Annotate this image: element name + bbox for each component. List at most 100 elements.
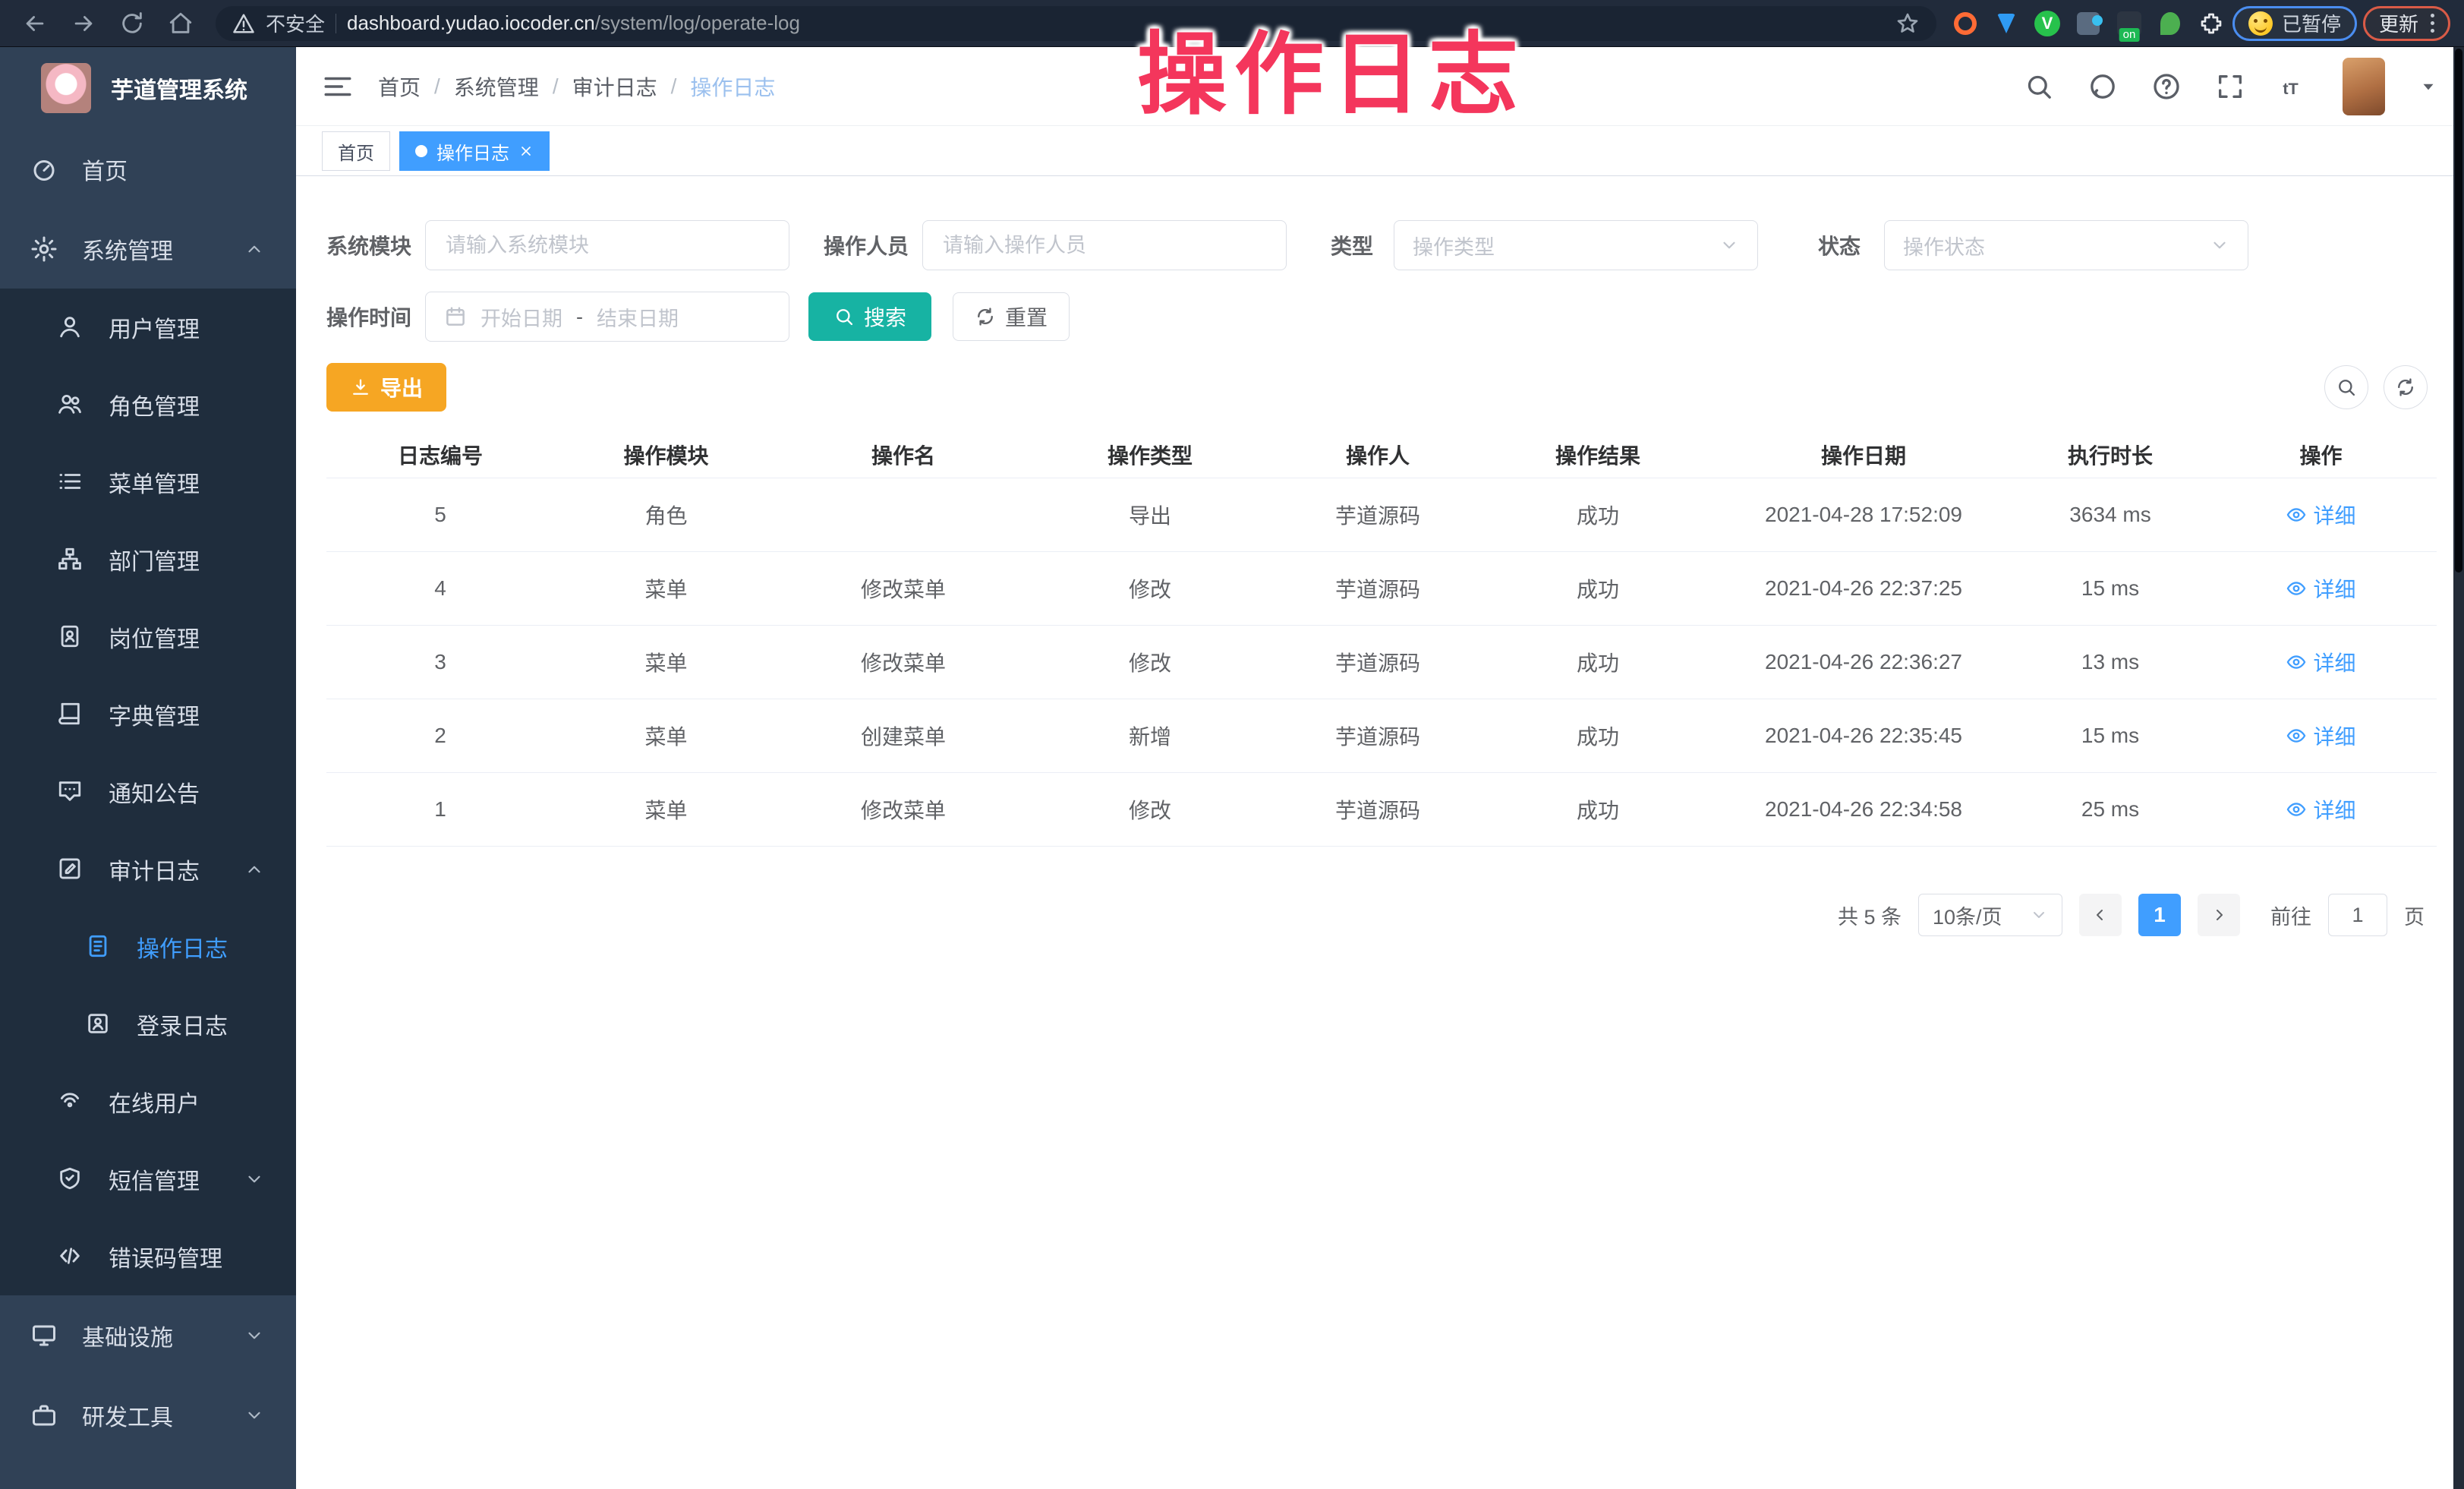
breadcrumb-audit[interactable]: 审计日志 <box>572 71 657 102</box>
goto-page-input[interactable] <box>2328 894 2387 936</box>
home-button[interactable] <box>159 6 202 41</box>
chevron-up-icon <box>244 860 264 879</box>
detail-link[interactable]: 详细 <box>2286 647 2355 677</box>
header-search-icon[interactable] <box>2024 71 2054 102</box>
sidebar-collapse-icon[interactable] <box>322 71 354 103</box>
caret-down-icon[interactable] <box>2418 77 2438 96</box>
browser-menu-icon[interactable] <box>2431 14 2434 33</box>
type-select[interactable]: 操作类型 <box>1394 220 1758 270</box>
sidebar-item-operate-log[interactable]: 操作日志 <box>0 908 296 986</box>
eye-icon <box>2286 725 2307 746</box>
toggle-search-button[interactable] <box>2324 365 2368 409</box>
sidebar-item-menus[interactable]: 菜单管理 <box>0 443 296 521</box>
sidebar-item-notices[interactable]: 通知公告 <box>0 753 296 831</box>
detail-link[interactable]: 详细 <box>2286 721 2355 751</box>
sidebar: 芋道管理系统 首页 系统管理 用户管理 角色管理 菜单管理 <box>0 47 296 1489</box>
address-bar[interactable]: 不安全 dashboard.yudao.iocoder.cn/system/lo… <box>216 6 1936 41</box>
sidebar-item-error-codes[interactable]: 错误码管理 <box>0 1218 296 1295</box>
chevron-down-icon <box>1719 235 1739 255</box>
user-avatar[interactable] <box>2343 58 2385 115</box>
help-icon[interactable] <box>2151 71 2182 102</box>
reset-button[interactable]: 重置 <box>953 292 1070 341</box>
export-button[interactable]: 导出 <box>326 363 446 412</box>
refresh-table-button[interactable] <box>2384 365 2428 409</box>
tab-operate-log[interactable]: 操作日志 <box>399 131 550 171</box>
pagination: 共 5 条 10条/页 1 前往 页 <box>326 894 2464 936</box>
login-log-icon <box>85 1011 112 1038</box>
sidebar-item-system[interactable]: 系统管理 <box>0 209 296 289</box>
font-size-icon[interactable]: tT <box>2279 71 2309 102</box>
page-scrollbar[interactable] <box>2453 47 2464 1489</box>
sitemap-icon <box>57 546 84 573</box>
sidebar-item-departments[interactable]: 部门管理 <box>0 521 296 598</box>
bookmark-star-icon[interactable] <box>1895 6 1920 41</box>
sidebar-item-users[interactable]: 用户管理 <box>0 289 296 366</box>
detail-link[interactable]: 详细 <box>2286 573 2355 604</box>
page-number-button[interactable]: 1 <box>2138 894 2181 936</box>
sidebar-item-audit-log[interactable]: 审计日志 <box>0 831 296 908</box>
sidebar-item-home[interactable]: 首页 <box>0 129 296 209</box>
users-icon <box>57 391 84 418</box>
sidebar-item-dicts[interactable]: 字典管理 <box>0 676 296 753</box>
eye-icon <box>2286 504 2307 525</box>
github-icon[interactable] <box>2087 71 2118 102</box>
next-page-button[interactable] <box>2198 894 2240 936</box>
sidebar-item-infrastructure[interactable]: 基础设施 <box>0 1295 296 1375</box>
breadcrumb-home[interactable]: 首页 <box>378 71 421 102</box>
sidebar-item-online-users[interactable]: 在线用户 <box>0 1063 296 1140</box>
table-row: 2 菜单 创建菜单 新增 芋道源码 成功 2021-04-26 22:35:45… <box>326 699 2437 773</box>
app-logo-row[interactable]: 芋道管理系统 <box>0 47 296 129</box>
fullscreen-icon[interactable] <box>2215 71 2245 102</box>
extension-v-icon[interactable]: V <box>2032 8 2062 39</box>
page-url[interactable]: dashboard.yudao.iocoder.cn/system/log/op… <box>347 11 800 35</box>
module-input[interactable] <box>444 233 770 258</box>
forward-button[interactable] <box>62 6 105 41</box>
id-badge-icon <box>57 623 84 651</box>
search-button[interactable]: 搜索 <box>808 292 931 341</box>
sidebar-item-posts[interactable]: 岗位管理 <box>0 598 296 676</box>
code-icon <box>57 1243 84 1270</box>
back-button[interactable] <box>14 6 56 41</box>
security-label[interactable]: 不安全 <box>266 9 325 37</box>
extension-orange-icon[interactable] <box>1950 8 1980 39</box>
signal-icon <box>57 1088 84 1115</box>
gear-icon <box>30 235 58 263</box>
operator-input[interactable] <box>941 233 1268 258</box>
close-icon[interactable] <box>518 144 534 159</box>
status-select[interactable]: 操作状态 <box>1884 220 2248 270</box>
sidebar-item-sms[interactable]: 短信管理 <box>0 1140 296 1218</box>
time-label: 操作时间 <box>326 301 425 332</box>
svg-text:tT: tT <box>2283 79 2298 98</box>
extension-on-icon[interactable]: on <box>2114 8 2144 39</box>
extensions-puzzle-icon[interactable] <box>2196 8 2226 39</box>
page-size-select[interactable]: 10条/页 <box>1918 894 2062 936</box>
end-date-placeholder[interactable]: 结束日期 <box>597 302 679 332</box>
extension-leaf-icon[interactable] <box>2155 8 2185 39</box>
scrollbar-thumb[interactable] <box>2455 49 2462 573</box>
breadcrumb-system[interactable]: 系统管理 <box>454 71 539 102</box>
detail-link[interactable]: 详细 <box>2286 500 2355 530</box>
detail-link[interactable]: 详细 <box>2286 794 2355 825</box>
table-header-row: 日志编号 操作模块 操作名 操作类型 操作人 操作结果 操作日期 执行时长 操作 <box>326 431 2437 478</box>
table-row: 1 菜单 修改菜单 修改 芋道源码 成功 2021-04-26 22:34:58… <box>326 773 2437 847</box>
tab-home[interactable]: 首页 <box>322 131 390 171</box>
sidebar-item-dev-tools[interactable]: 研发工具 <box>0 1375 296 1455</box>
profile-paused-chip[interactable]: 已暂停 <box>2232 6 2357 41</box>
date-range-picker[interactable]: 开始日期 - 结束日期 <box>425 292 789 342</box>
refresh-icon <box>975 306 996 327</box>
extension-pin-icon[interactable] <box>1991 8 2021 39</box>
calendar-icon <box>444 305 467 328</box>
page-unit-label: 页 <box>2404 901 2425 930</box>
eye-icon <box>2286 651 2307 673</box>
book-icon <box>57 701 84 728</box>
prev-page-button[interactable] <box>2079 894 2122 936</box>
sidebar-item-login-log[interactable]: 登录日志 <box>0 986 296 1063</box>
system-submenu: 用户管理 角色管理 菜单管理 部门管理 岗位管理 字典管理 <box>0 289 296 1295</box>
chevron-down-icon <box>2210 235 2229 255</box>
start-date-placeholder[interactable]: 开始日期 <box>481 302 562 332</box>
extension-slate-icon[interactable] <box>2073 8 2103 39</box>
reload-button[interactable] <box>111 6 153 41</box>
paused-label: 已暂停 <box>2282 9 2341 37</box>
sidebar-item-roles[interactable]: 角色管理 <box>0 366 296 443</box>
browser-update-button[interactable]: 更新 <box>2363 6 2450 41</box>
